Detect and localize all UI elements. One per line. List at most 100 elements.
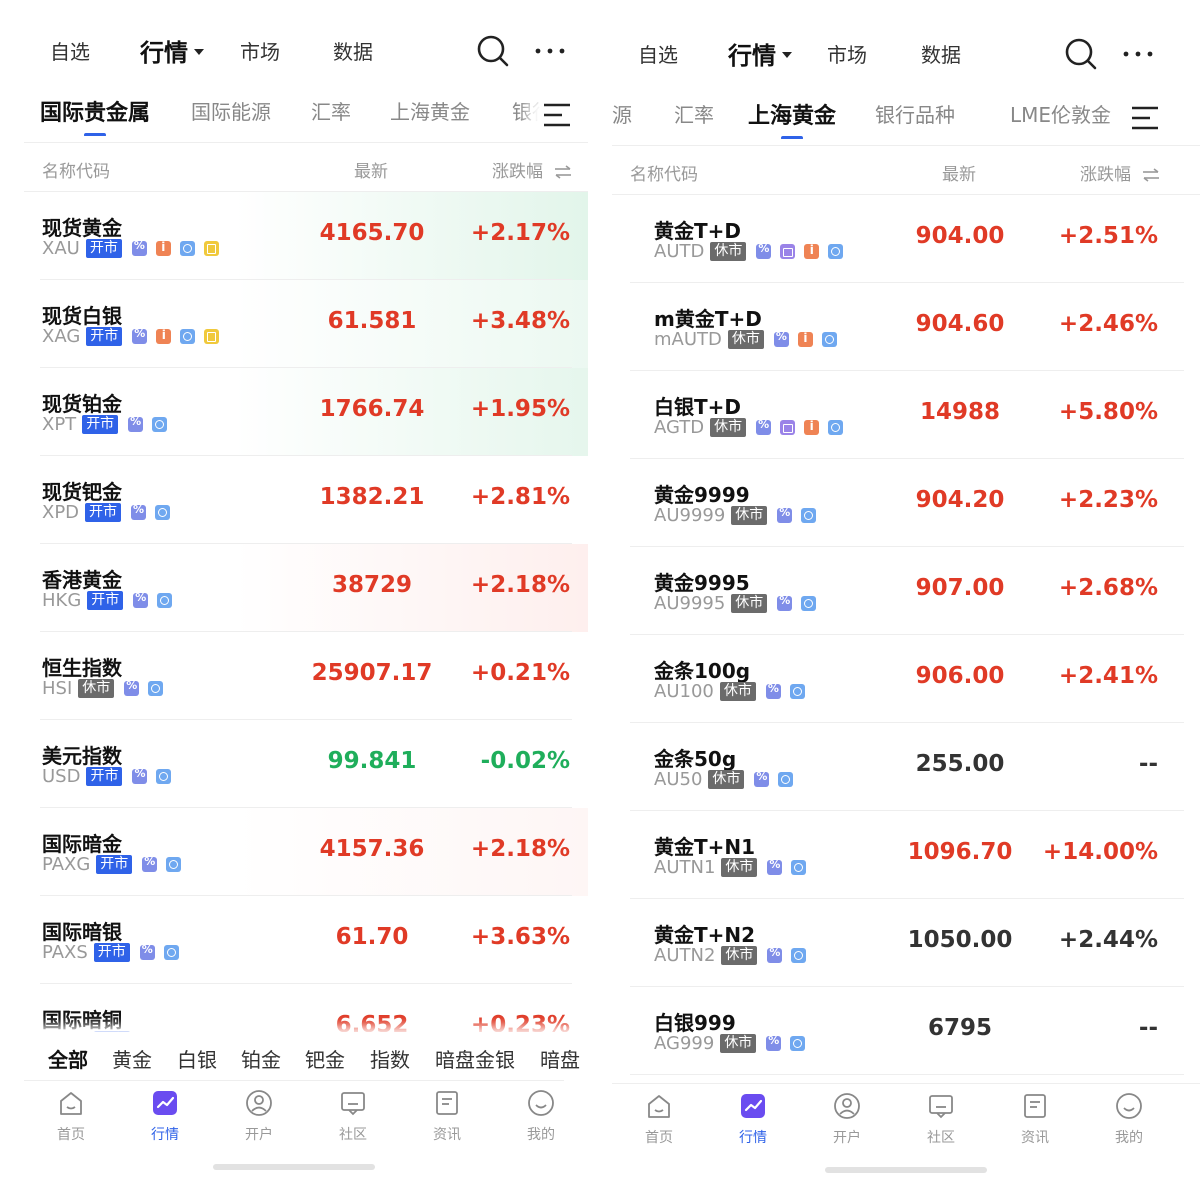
column-change[interactable]: 涨跌幅 xyxy=(492,157,572,182)
category-index[interactable]: 指数 xyxy=(370,1044,410,1073)
nav-item[interactable]: 我的 xyxy=(1099,1091,1159,1147)
change-percent: +2.51% xyxy=(1058,223,1158,249)
category-dark-pool-metals[interactable]: 暗盘金银 xyxy=(435,1044,515,1073)
market-status-badge: 开市 xyxy=(93,1030,130,1032)
sub-tab-energy-partial[interactable]: 源 xyxy=(612,99,632,128)
nav-item[interactable]: 资讯 xyxy=(417,1088,477,1144)
quote-row[interactable]: 现货铂金XPT开市1766.74+1.95% xyxy=(0,368,588,456)
quote-row[interactable]: 国际暗金PAXG开市4157.36+2.18% xyxy=(0,808,588,896)
sub-tab-intl-energy[interactable]: 国际能源 xyxy=(191,96,271,125)
category-all[interactable]: 全部 xyxy=(48,1044,88,1073)
sub-tab-fx[interactable]: 汇率 xyxy=(311,96,351,125)
quote-row[interactable]: 白银T+DAGTD休市14988+5.80% xyxy=(612,371,1200,459)
quote-row[interactable]: 金条50gAU50休市255.00-- xyxy=(612,723,1200,811)
instrument-code: USD xyxy=(42,765,81,787)
nav-item[interactable]: 开户 xyxy=(229,1088,289,1144)
quote-row[interactable]: 现货白银XAG开市61.581+3.48% xyxy=(0,280,588,368)
change-percent: +3.48% xyxy=(470,308,570,334)
nav-item[interactable]: 首页 xyxy=(629,1091,689,1147)
top-tab-quotes[interactable]: 行情 xyxy=(728,36,792,71)
quote-row[interactable]: 白银999AG999休市6795-- xyxy=(612,987,1200,1075)
search-icon[interactable] xyxy=(1064,37,1098,71)
quote-row[interactable]: 现货黄金XAU开市4165.70+2.17% xyxy=(0,192,588,280)
category-palladium[interactable]: 钯金 xyxy=(305,1044,345,1073)
nav-item-label: 开户 xyxy=(245,1127,273,1143)
column-header: 名称代码 最新 涨跌幅 xyxy=(24,142,588,192)
home-indicator[interactable] xyxy=(213,1164,375,1170)
nav-item[interactable]: 我的 xyxy=(511,1088,571,1144)
top-tab-data[interactable]: 数据 xyxy=(921,39,961,68)
quote-list: 黄金T+DAUTD休市904.00+2.51%m黄金T+DmAUTD休市904.… xyxy=(612,195,1200,1075)
sub-tab-shanghai-gold[interactable]: 上海黄金 xyxy=(748,98,836,130)
sub-tab-bank-products[interactable]: 银行品种 xyxy=(875,99,955,128)
sub-tab-shanghai-gold[interactable]: 上海黄金 xyxy=(390,96,470,125)
category-silver[interactable]: 白银 xyxy=(177,1044,217,1073)
quote-row[interactable]: 黄金9995AU9995休市907.00+2.68% xyxy=(612,547,1200,635)
quote-row[interactable]: m黄金T+DmAUTD休市904.60+2.46% xyxy=(612,283,1200,371)
menu-icon[interactable] xyxy=(1128,101,1168,135)
clock-icon xyxy=(801,595,817,611)
instrument-meta: XAU 开市 xyxy=(42,236,228,260)
top-tab-market[interactable]: 市场 xyxy=(240,36,280,65)
category-gold[interactable]: 黄金 xyxy=(112,1044,152,1073)
sub-tab-intl-precious-metals[interactable]: 国际贵金属 xyxy=(40,95,150,127)
row-divider xyxy=(630,1074,1184,1075)
home-icon xyxy=(60,1092,82,1115)
info-icon xyxy=(804,419,820,435)
percent-icon xyxy=(766,1034,782,1051)
home-indicator[interactable] xyxy=(825,1167,987,1173)
nav-item[interactable]: 首页 xyxy=(41,1088,101,1144)
clock-icon xyxy=(821,331,837,347)
market-icon xyxy=(741,1094,765,1118)
quote-row[interactable]: 国际暗铜PAXC开市6.652+0.23% xyxy=(0,984,588,1032)
swap-icon[interactable] xyxy=(554,165,572,179)
quote-row[interactable]: 美元指数USD开市99.841-0.02% xyxy=(0,720,588,808)
category-dark-pool[interactable]: 暗盘 xyxy=(540,1044,580,1073)
column-change[interactable]: 涨跌幅 xyxy=(1080,160,1160,185)
sub-tab-lme-london-gold[interactable]: LME伦敦金 xyxy=(1010,99,1111,128)
nav-item[interactable]: 行情 xyxy=(723,1091,783,1147)
nav-item-label: 开户 xyxy=(833,1130,861,1146)
top-tab-data[interactable]: 数据 xyxy=(333,36,373,65)
top-nav: 自选 行情 市场 数据 xyxy=(0,26,588,76)
swap-icon[interactable] xyxy=(1142,168,1160,182)
top-tab-watchlist[interactable]: 自选 xyxy=(638,39,678,68)
quote-row[interactable]: 恒生指数HSI休市25907.17+0.21% xyxy=(0,632,588,720)
top-tab-market[interactable]: 市场 xyxy=(827,39,867,68)
quote-row[interactable]: 黄金T+N2AUTN2休市1050.00+2.44% xyxy=(612,899,1200,987)
column-price[interactable]: 最新 xyxy=(942,160,976,185)
quote-row[interactable]: 黄金T+N1AUTN1休市1096.70+14.00% xyxy=(612,811,1200,899)
top-tab-quotes-label: 行情 xyxy=(140,39,188,67)
column-price[interactable]: 最新 xyxy=(354,157,388,182)
nav-item[interactable]: 资讯 xyxy=(1005,1091,1065,1147)
sub-tab-fx[interactable]: 汇率 xyxy=(674,99,714,128)
nav-item[interactable]: 行情 xyxy=(135,1088,195,1144)
nav-divider xyxy=(24,1080,564,1081)
top-tab-watchlist[interactable]: 自选 xyxy=(50,36,90,65)
category-platinum[interactable]: 铂金 xyxy=(241,1044,281,1073)
more-icon[interactable] xyxy=(1122,41,1154,67)
quote-row[interactable]: 现货钯金XPD开市1382.21+2.81% xyxy=(0,456,588,544)
nav-divider xyxy=(612,1083,1200,1084)
info-icon xyxy=(156,328,172,344)
change-percent: +2.68% xyxy=(1058,575,1158,601)
search-icon[interactable] xyxy=(476,34,510,68)
nav-item[interactable]: 社区 xyxy=(911,1091,971,1147)
quote-row[interactable]: 黄金T+DAUTD休市904.00+2.51% xyxy=(612,195,1200,283)
top-tab-quotes[interactable]: 行情 xyxy=(140,33,204,68)
quote-row[interactable]: 国际暗银PAXS开市61.70+3.63% xyxy=(0,896,588,984)
quote-row[interactable]: 黄金9999AU9999休市904.20+2.23% xyxy=(612,459,1200,547)
quote-row[interactable]: 香港黄金HKG开市38729+2.18% xyxy=(0,544,588,632)
change-percent: +2.46% xyxy=(1058,311,1158,337)
change-percent: +2.81% xyxy=(470,484,570,510)
caret-down-icon xyxy=(194,49,204,55)
menu-icon[interactable] xyxy=(540,98,580,132)
nav-item-label: 社区 xyxy=(927,1130,955,1146)
change-percent: +2.41% xyxy=(1058,663,1158,689)
more-icon[interactable] xyxy=(534,38,566,64)
market-status-badge: 开市 xyxy=(86,326,123,346)
nav-item[interactable]: 开户 xyxy=(817,1091,877,1147)
nav-item[interactable]: 社区 xyxy=(323,1088,383,1144)
instrument-code: AUTN2 xyxy=(654,944,716,966)
quote-row[interactable]: 金条100gAU100休市906.00+2.41% xyxy=(612,635,1200,723)
